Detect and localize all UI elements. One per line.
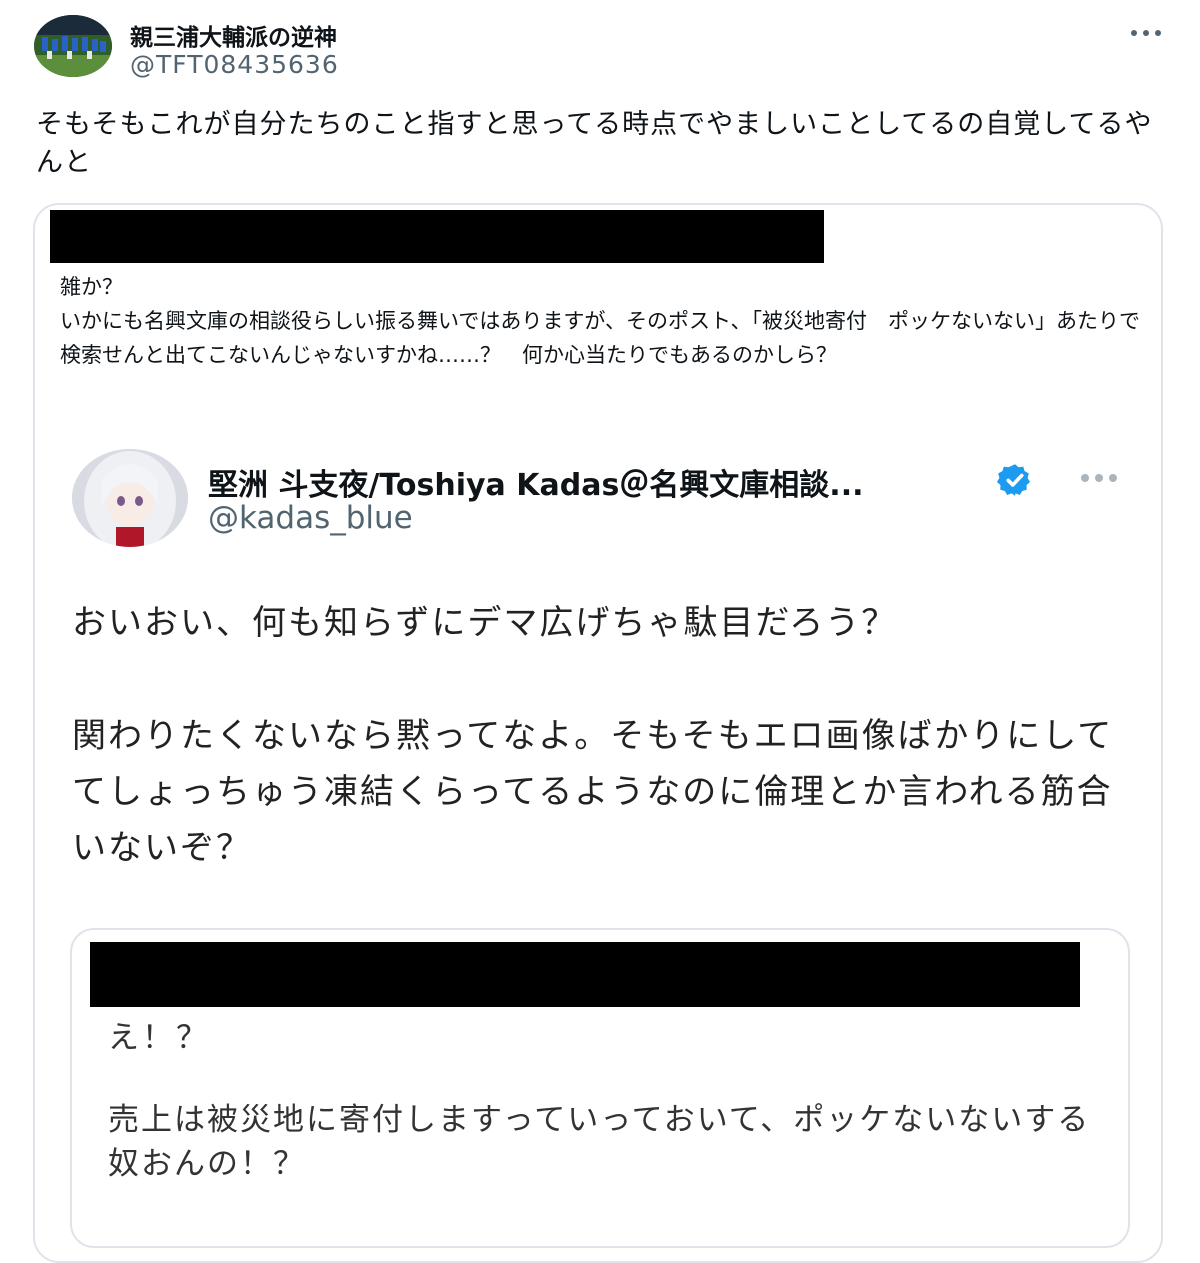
redaction-bar bbox=[90, 942, 1080, 1007]
tweet-text: そもそもこれが自分たちのこと指すと思ってる時点でやましいことしてるの自覚してるや… bbox=[36, 109, 1153, 178]
more-horizontal-icon bbox=[1081, 473, 1117, 483]
nested-quote-paragraph-2: 売上は被災地に寄付しますっていっておいて、ポッケないないする奴おんの！？ bbox=[108, 1102, 1091, 1182]
nested-quote-paragraph-1: え！？ bbox=[108, 1020, 210, 1056]
user-avatar[interactable] bbox=[34, 15, 112, 77]
author-display-name[interactable]: 親三浦大輔派の逆神 bbox=[130, 18, 337, 52]
redaction-bar bbox=[50, 210, 824, 263]
more-horizontal-icon[interactable] bbox=[1131, 28, 1161, 38]
quoted-tweet-paragraph-2: 関わりたくないなら黙ってなよ。そもそもエロ画像ばかりにしててしょっちゅう凍結くら… bbox=[72, 716, 1114, 868]
quoted-tweet-paragraph-1: おいおい、何も知らずにデマ広げちゃ駄目だろう？ bbox=[72, 603, 898, 643]
quoted-user-avatar bbox=[72, 449, 188, 547]
baseball-team-photo bbox=[34, 15, 112, 77]
anime-girl-avatar bbox=[72, 449, 188, 547]
verified-badge-icon bbox=[997, 464, 1030, 496]
quote-tweet-text: 雑か？ いかにも名興文庫の相談役らしい振る舞いではありますが、そのポスト、「被災… bbox=[60, 275, 1141, 367]
quoted-author-display-name: 堅洲 斗支夜/Toshiya Kadas＠名興文庫相談... bbox=[208, 468, 864, 503]
author-handle[interactable]: @TFT08435636 bbox=[130, 50, 339, 79]
quoted-author-handle: @kadas_blue bbox=[208, 500, 413, 536]
